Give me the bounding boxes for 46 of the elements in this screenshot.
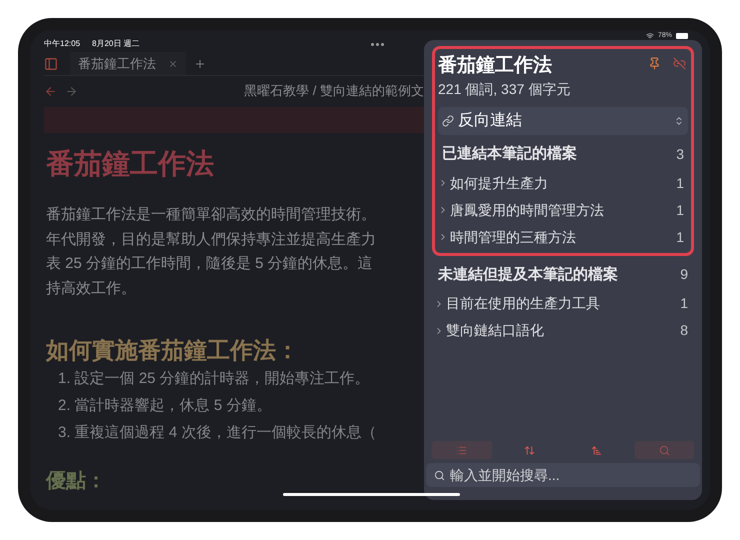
word-count: 221 個詞, 337 個字元 bbox=[438, 80, 570, 99]
section-count: 9 bbox=[680, 265, 688, 284]
section-count: 3 bbox=[676, 144, 684, 164]
section-title: 未連結但提及本筆記的檔案 bbox=[438, 264, 618, 284]
section-heading: 如何實施番茄鐘工作法： bbox=[46, 336, 300, 365]
note-tab[interactable]: 番茄鐘工作法 bbox=[70, 52, 186, 75]
paragraph-line: 番茄鐘工作法是一種簡單卻高效的時間管理技術。 bbox=[46, 205, 377, 225]
unlink-icon[interactable] bbox=[673, 57, 686, 70]
more-dots-icon bbox=[371, 42, 384, 46]
backlink-item[interactable]: 雙向鏈結口語化 8 bbox=[434, 317, 692, 344]
close-icon[interactable] bbox=[168, 58, 178, 68]
link-icon bbox=[442, 115, 454, 127]
list-item: 1. 設定一個 25 分鐘的計時器，開始專注工作。 bbox=[58, 369, 371, 389]
note-title: 番茄鐘工作法 bbox=[46, 147, 215, 181]
section-title: 已連結本筆記的檔案 bbox=[442, 144, 577, 164]
backlink-item[interactable]: 時間管理的三種方法 1 bbox=[438, 224, 688, 250]
breadcrumb: 黑曜石教學 / 雙向連結的範例文 bbox=[244, 82, 424, 100]
wifi-icon bbox=[646, 32, 654, 40]
chevrons-icon bbox=[674, 116, 684, 126]
view-selector[interactable]: 反向連結 bbox=[438, 107, 688, 135]
forward-arrow-icon[interactable] bbox=[65, 84, 78, 98]
backlink-item[interactable]: 唐鳳愛用的時間管理方法 1 bbox=[438, 196, 688, 224]
subheading: 優點： bbox=[46, 469, 107, 494]
status-date: 8月20日 週二 bbox=[92, 38, 140, 50]
list-button[interactable] bbox=[432, 441, 492, 459]
status-time: 中午12:05 bbox=[44, 38, 80, 50]
sort-icon bbox=[591, 444, 602, 456]
search-icon bbox=[434, 470, 445, 480]
backlink-item[interactable]: 目前在使用的生產力工具 1 bbox=[434, 290, 692, 317]
panel-title: 番茄鐘工作法 bbox=[438, 54, 553, 78]
list-item: 2. 當計時器響起，休息 5 分鐘。 bbox=[58, 396, 272, 416]
search-field[interactable]: 輸入並開始搜尋... bbox=[426, 463, 700, 487]
search-button[interactable] bbox=[634, 441, 694, 459]
back-arrow-icon[interactable] bbox=[44, 84, 57, 98]
pin-icon[interactable] bbox=[648, 57, 661, 70]
new-tab-icon[interactable] bbox=[194, 58, 206, 70]
sidebar-toggle-icon[interactable] bbox=[44, 56, 58, 70]
battery-icon bbox=[676, 33, 688, 40]
search-icon bbox=[658, 444, 670, 456]
paragraph-line: 持高效工作。 bbox=[46, 278, 137, 298]
paragraph-line: 表 25 分鐘的工作時間，隨後是 5 分鐘的休息。這 bbox=[46, 254, 374, 274]
list-item: 3. 重複這個過程 4 次後，進行一個較長的休息（ bbox=[58, 423, 378, 443]
expand-icon bbox=[524, 444, 535, 456]
list-icon bbox=[456, 444, 468, 456]
backlink-item[interactable]: 如何提升生產力 1 bbox=[438, 170, 688, 196]
paragraph-line: 年代開發，目的是幫助人們保持專注並提高生產力 bbox=[46, 230, 377, 250]
